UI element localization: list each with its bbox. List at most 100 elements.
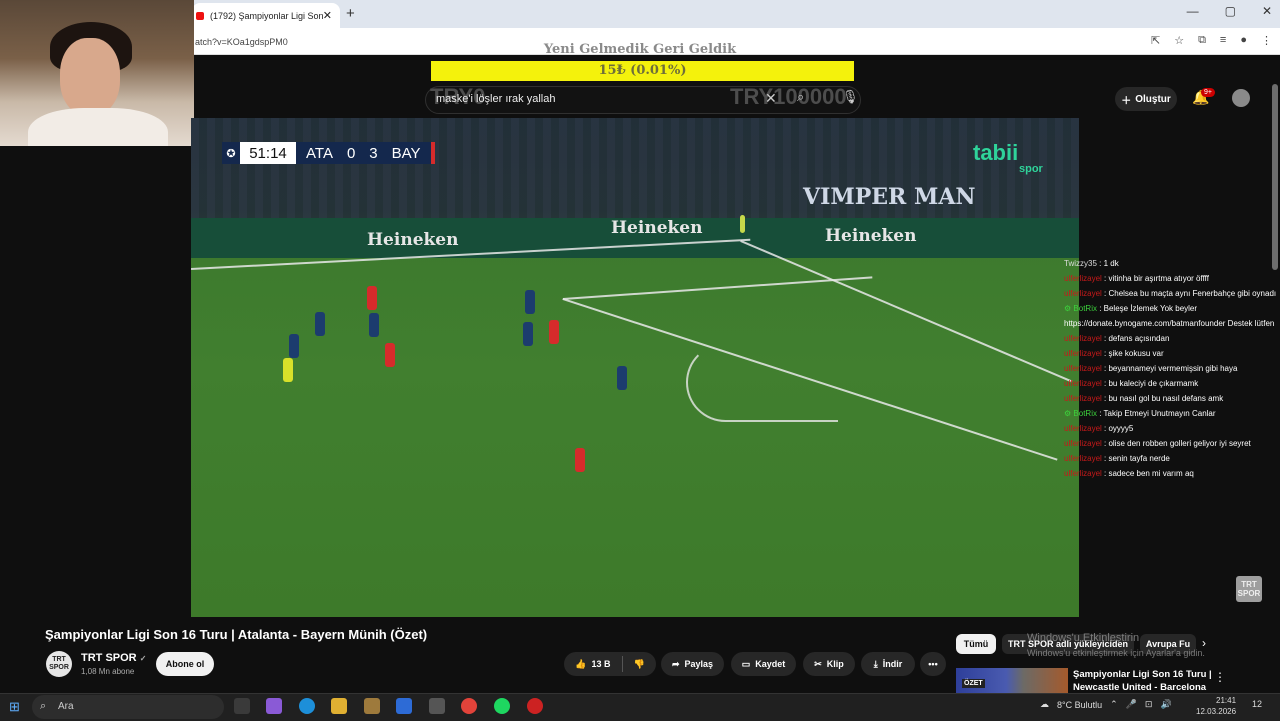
- recommended-more-icon[interactable]: ⋮: [1214, 670, 1226, 684]
- stadium-stands: [191, 118, 1079, 233]
- search-icon[interactable]: ⌕: [797, 89, 804, 105]
- taskbar-clock[interactable]: 21:41 12.03.2026: [1196, 695, 1236, 717]
- task-view-icon[interactable]: [234, 698, 250, 714]
- channel-avatar[interactable]: TRT SPOR: [46, 651, 72, 677]
- score-bug: ✪ 51:14 ATA 0 3 BAY: [222, 142, 435, 164]
- thumbs-up-icon[interactable]: 👍: [575, 659, 586, 670]
- obs-icon[interactable]: [527, 698, 543, 714]
- save-button[interactable]: ▭ Kaydet: [731, 652, 796, 676]
- subscribe-button[interactable]: Abone ol: [156, 652, 214, 676]
- file-explorer-icon[interactable]: [331, 698, 347, 714]
- chat-username[interactable]: ulferlizayel: [1064, 469, 1102, 478]
- mic-tray-icon[interactable]: 🎤: [1126, 699, 1137, 710]
- goalkeeper: [740, 215, 745, 233]
- stream-chat: Twizzy35 : 1 dk ulferlizayel : vitinha bi…: [1064, 256, 1280, 481]
- like-count[interactable]: 13 B: [591, 659, 610, 669]
- edge-icon[interactable]: [299, 698, 315, 714]
- menu-kebab-icon[interactable]: ⋮: [1261, 34, 1272, 47]
- chat-username[interactable]: BotRix: [1073, 409, 1097, 418]
- download-icon: ⤓: [873, 658, 878, 669]
- spotify-icon[interactable]: [494, 698, 510, 714]
- chat-username[interactable]: ulferlizayel: [1064, 454, 1102, 463]
- page-scrollbar[interactable]: [1272, 84, 1278, 270]
- webcam-person-face: [60, 38, 120, 116]
- thumbs-down-icon[interactable]: 👎: [634, 659, 645, 670]
- chat-message: ulferlizayel : bu nasıl gol bu nasıl def…: [1064, 394, 1224, 403]
- install-app-icon[interactable]: ⇱: [1151, 34, 1160, 47]
- tab-close-icon[interactable]: ✕: [323, 9, 332, 22]
- store-icon[interactable]: [364, 698, 380, 714]
- new-tab-button[interactable]: +: [346, 5, 355, 22]
- profile-icon[interactable]: ●: [1240, 34, 1247, 47]
- minimize-button[interactable]: —: [1187, 4, 1199, 18]
- bot-badge-icon: ⚙: [1064, 304, 1072, 313]
- clip-button[interactable]: ✂ Klip: [803, 652, 855, 676]
- player-bayern: [385, 343, 395, 367]
- reading-list-icon[interactable]: ≡: [1220, 34, 1226, 47]
- recommended-video-thumbnail[interactable]: ÖZET: [956, 668, 1068, 694]
- start-button-icon[interactable]: ⊞: [9, 699, 20, 715]
- taskbar-search[interactable]: ⌕ Ara: [32, 695, 224, 719]
- tray-expand-icon[interactable]: ⌃: [1110, 699, 1118, 710]
- url-text[interactable]: atch?v=KOa1gdspPM0: [195, 37, 288, 47]
- player-atalanta: [369, 313, 379, 337]
- windows-activation-sub: Windows'u etkinleştirmek için Ayarlar'a …: [1027, 648, 1205, 658]
- chat-username[interactable]: ulferlizayel: [1064, 274, 1102, 283]
- stand-banner: VIMPER MAN: [803, 184, 976, 210]
- weather-icon[interactable]: ☁: [1040, 699, 1049, 710]
- chat-message: ulferlizayel : oyyyy5: [1064, 424, 1134, 433]
- chat-message: ulferlizayel : olise den robben golleri …: [1064, 439, 1251, 448]
- chat-username[interactable]: ulferlizayel: [1064, 424, 1102, 433]
- share-arrow-icon: ➦: [671, 658, 680, 669]
- copilot-icon[interactable]: [266, 698, 282, 714]
- like-dislike-group: 👍 13 B 👎: [564, 652, 656, 676]
- chat-text: Beleşe İzlemek Yok beyler: [1103, 304, 1198, 313]
- chat-username[interactable]: ulferlizayel: [1064, 439, 1102, 448]
- notification-count: 12: [1252, 699, 1263, 709]
- mail-icon[interactable]: [396, 698, 412, 714]
- chat-username[interactable]: ulferlizayel: [1064, 334, 1102, 343]
- chat-message: ulferlizayel : şike kokusu var: [1064, 349, 1164, 358]
- microphone-icon[interactable]: 🎙: [842, 89, 859, 105]
- channel-avatar-text: TRT SPOR: [49, 656, 69, 671]
- volume-icon[interactable]: 🔊: [1160, 699, 1171, 710]
- more-actions-button[interactable]: •••: [920, 652, 946, 676]
- clip-label: Klip: [826, 659, 844, 669]
- tab-title: (1792) Şampiyonlar Ligi Son: [210, 10, 323, 21]
- share-button[interactable]: ➦ Paylaş: [661, 652, 724, 676]
- save-label: Kaydet: [755, 659, 786, 669]
- chat-username[interactable]: ulferlizayel: [1064, 379, 1102, 388]
- penalty-arc: [686, 343, 838, 422]
- chat-text: vitinha bir aşırtma atıyor öffff: [1108, 274, 1209, 283]
- chat-text: bu nasıl gol bu nasıl defans amk: [1108, 394, 1224, 403]
- clear-search-icon[interactable]: ✕: [765, 90, 777, 107]
- chip-all[interactable]: Tümü: [956, 634, 996, 654]
- chrome-icon[interactable]: [461, 698, 477, 714]
- chat-username[interactable]: ulferlizayel: [1064, 364, 1102, 373]
- channel-name[interactable]: TRT SPOR ✓: [81, 652, 146, 664]
- bookmark-star-icon[interactable]: ☆: [1174, 34, 1184, 47]
- search-query-text[interactable]: maske'i löşler ırak yallah: [436, 93, 555, 105]
- download-button[interactable]: ⤓ İndir: [861, 652, 915, 676]
- chat-username[interactable]: Twizzy35: [1064, 259, 1097, 268]
- extensions-icon[interactable]: ⧉: [1198, 34, 1206, 47]
- player-bayern: [367, 286, 377, 310]
- maximize-button[interactable]: ▢: [1225, 4, 1236, 18]
- notification-center-icon[interactable]: 12: [1252, 699, 1262, 709]
- chat-username[interactable]: BotRix: [1073, 304, 1097, 313]
- away-team: BAY: [391, 144, 421, 162]
- account-avatar[interactable]: [1232, 89, 1250, 107]
- browser-tab[interactable]: (1792) Şampiyonlar Ligi Son ✕: [192, 3, 340, 28]
- close-window-button[interactable]: ✕: [1262, 4, 1272, 18]
- chat-username[interactable]: ulferlizayel: [1064, 289, 1102, 298]
- weather-text[interactable]: 8°C Bulutlu: [1057, 700, 1102, 710]
- channel-name-text: TRT SPOR: [81, 652, 137, 664]
- app-icon[interactable]: [429, 698, 445, 714]
- player-atalanta: [617, 366, 627, 390]
- create-button[interactable]: ＋ Oluştur: [1115, 87, 1177, 111]
- network-icon[interactable]: ⊡: [1145, 699, 1153, 710]
- video-player[interactable]: Heineken Heineken Heineken VIMPER MAN ✪ …: [191, 118, 1079, 617]
- chat-username[interactable]: ulferlizayel: [1064, 394, 1102, 403]
- chat-username[interactable]: ulferlizayel: [1064, 349, 1102, 358]
- chat-message: ulferlizayel : vitinha bir aşırtma atıyo…: [1064, 274, 1209, 283]
